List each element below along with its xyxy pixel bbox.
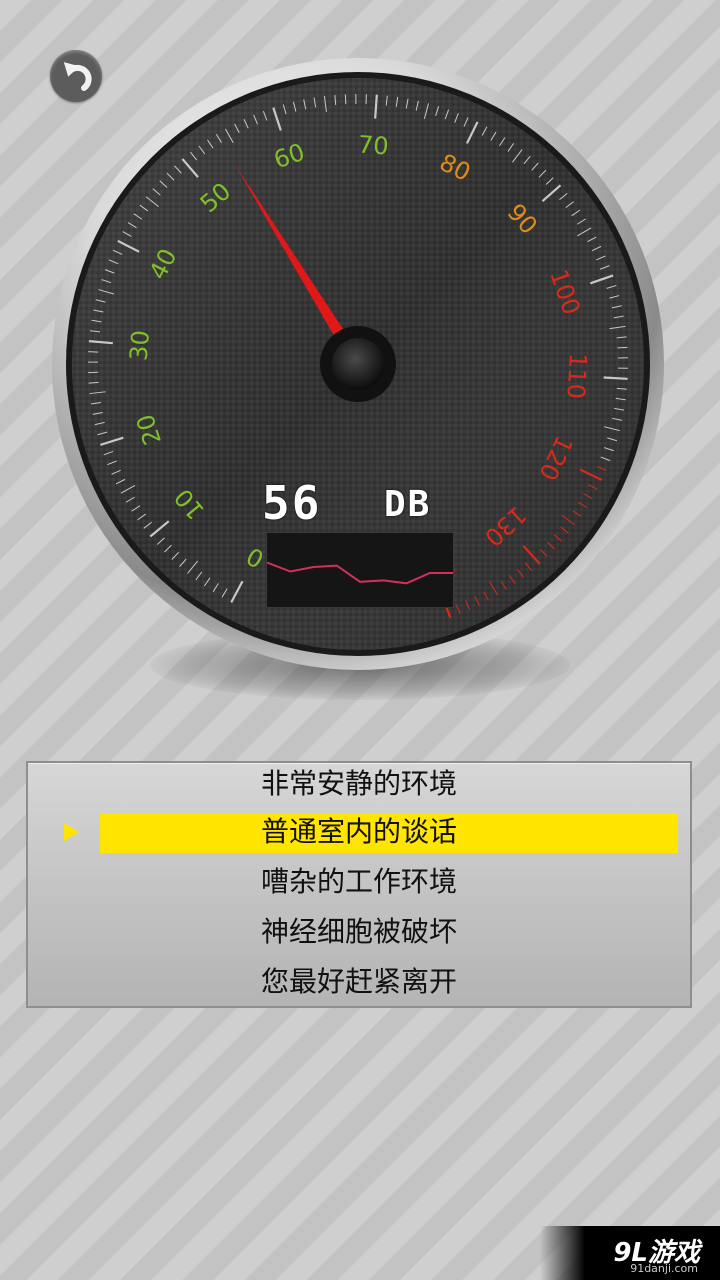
decibel-value: 56 — [262, 476, 322, 530]
triangle-right-icon — [64, 823, 79, 841]
list-item-label: 普通室内的谈话 — [260, 815, 457, 848]
decibel-unit: DB — [384, 484, 432, 525]
list-item-label: 您最好赶紧离开 — [260, 965, 457, 998]
list-item-selected[interactable]: 普通室内的谈话 — [28, 811, 690, 853]
gauge-tick-label: 30 — [125, 329, 155, 362]
list-item[interactable]: 嘈杂的工作环境 — [28, 861, 690, 903]
gauge-tick-label: 110 — [561, 352, 591, 399]
noise-level-list: 非常安静的环境 普通室内的谈话 嘈杂的工作环境 神经细胞被破坏 您最好赶紧离开 — [26, 761, 692, 1008]
list-item[interactable]: 神经细胞被破坏 — [28, 911, 690, 953]
gauge-major-tick — [603, 376, 628, 380]
list-item-label: 神经细胞被破坏 — [260, 915, 457, 948]
history-graph — [266, 532, 454, 608]
gauge-minor-tick — [617, 346, 628, 349]
list-item-label: 嘈杂的工作环境 — [260, 865, 457, 898]
list-item[interactable]: 非常安静的环境 — [28, 763, 690, 805]
gauge-minor-tick — [88, 381, 99, 384]
gauge-hub — [332, 338, 384, 390]
history-line — [267, 561, 453, 585]
list-item-label: 非常安静的环境 — [260, 767, 457, 800]
watermark: 9L游戏 91danji.com — [540, 1226, 720, 1280]
list-item[interactable]: 您最好赶紧离开 — [28, 961, 690, 1003]
gauge-tick-label: 70 — [357, 131, 389, 161]
watermark-site: 91danji.com — [630, 1262, 698, 1275]
